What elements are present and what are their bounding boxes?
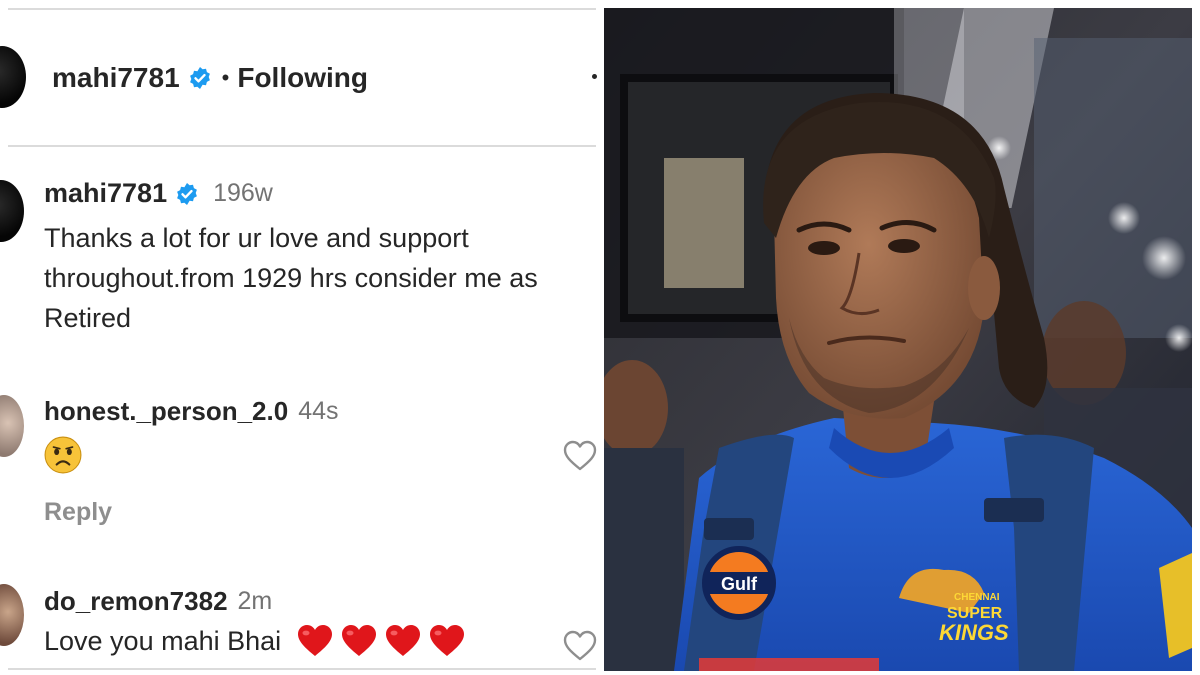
csk-chennai-text: CHENNAI	[954, 592, 1000, 603]
following-button[interactable]: Following	[237, 62, 368, 94]
header-separator: •	[221, 65, 230, 90]
heart-emoji-group	[297, 624, 465, 658]
like-heart-icon[interactable]	[563, 440, 597, 472]
comment-header: honest._person_2.0 44s	[44, 396, 339, 427]
bokeh-light	[1142, 236, 1186, 280]
reply-button[interactable]: Reply	[44, 498, 112, 527]
post-author-avatar[interactable]	[0, 46, 26, 108]
post-header: mahi7781 • Following	[52, 58, 368, 98]
caption-header: mahi7781 196w	[44, 178, 273, 209]
caption-author-username[interactable]: mahi7781	[44, 178, 167, 209]
red-heart-emoji-icon	[298, 625, 333, 656]
post-author-username[interactable]: mahi7781	[52, 62, 180, 94]
player-photo-illustration: Gulf CHENNAI SUPER KINGS	[604, 8, 1192, 671]
bottom-divider	[8, 668, 596, 670]
comment-avatar[interactable]	[0, 395, 24, 457]
caption-author-avatar[interactable]	[0, 180, 24, 242]
verified-badge-icon	[175, 182, 199, 206]
comment-body: Love you mahi Bhai	[44, 624, 465, 658]
verified-badge-icon	[188, 66, 212, 90]
bokeh-light	[1108, 202, 1140, 234]
comments-panel: mahi7781 • Following mahi7781 196w Thank…	[0, 0, 602, 675]
sad-face-emoji-icon	[44, 436, 82, 481]
caption-age: 196w	[213, 179, 273, 207]
comment-username[interactable]: do_remon7382	[44, 586, 228, 617]
red-heart-emoji-icon	[386, 625, 421, 656]
player-photo: Gulf CHENNAI SUPER KINGS	[604, 8, 1192, 671]
bokeh-light	[1165, 324, 1192, 352]
comment-username[interactable]: honest._person_2.0	[44, 396, 288, 427]
comment-body	[44, 436, 82, 481]
top-divider	[8, 8, 596, 10]
gulf-logo-text: Gulf	[721, 574, 758, 594]
comment-time: 44s	[298, 397, 339, 425]
csk-kings-text: KINGS	[939, 620, 1009, 645]
more-options-icon[interactable]	[592, 74, 597, 79]
comment-time: 2m	[237, 587, 273, 615]
like-heart-icon[interactable]	[563, 630, 597, 662]
comment-header: do_remon7382 2m	[44, 586, 272, 617]
comment-avatar[interactable]	[0, 584, 24, 646]
header-divider	[8, 145, 596, 147]
gulf-logo: Gulf	[702, 546, 776, 620]
red-heart-emoji-icon	[342, 625, 377, 656]
comment-text: Love you mahi Bhai	[44, 625, 282, 656]
red-heart-emoji-icon	[430, 625, 465, 656]
caption-text: Thanks a lot for ur love and support thr…	[44, 223, 538, 333]
